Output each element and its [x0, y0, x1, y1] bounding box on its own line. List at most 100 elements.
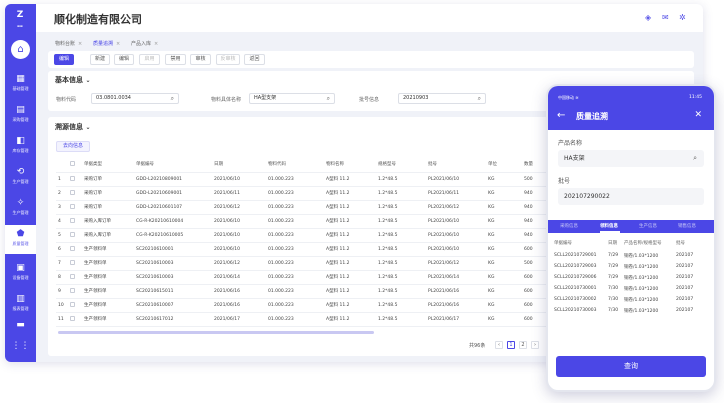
- sidebar-item-production[interactable]: ⟲ 生产管理: [5, 163, 36, 192]
- prev-page-button[interactable]: ‹: [495, 341, 503, 349]
- toolbar-card: 编辑 新建 编辑 启用 禁用 审核 反审核 返回: [48, 51, 694, 68]
- tab-material-ledger[interactable]: 物料台账 ×: [55, 40, 82, 47]
- row-checkbox[interactable]: [70, 274, 75, 279]
- row-checkbox[interactable]: [70, 302, 75, 307]
- sidebar-item-equipment[interactable]: ▣ 设备管理: [5, 259, 36, 288]
- table-row[interactable]: 7 生产领料单 SC20210610003 2021/06/12 01.000.223 A…: [56, 256, 546, 271]
- close-icon: ×: [78, 41, 83, 47]
- screenshot-stage: Z ▬▬ ⌂ ▦ 基础管理 ▤ 采购管理 ◧ 库存管理 ⟲ 生产管理 ✧ 生产管理 ⬟ 质量管…: [0, 0, 724, 403]
- page-2-button[interactable]: 2: [519, 341, 527, 349]
- back-arrow-icon[interactable]: ←: [557, 110, 565, 121]
- table-row[interactable]: 1 采购订单 GDD-L20210809001 2021/06/10 01.000.22…: [56, 172, 546, 187]
- app-logo: Z ▬▬: [16, 10, 24, 28]
- table-row[interactable]: 4 采购入库订单 CG-R-K20210610004 2021/06/10 01.000…: [56, 214, 546, 229]
- edit-mode-button[interactable]: 编辑: [54, 54, 74, 65]
- home-icon[interactable]: ⌂: [11, 40, 30, 59]
- product-field[interactable]: HA支架 ⌕: [558, 150, 704, 167]
- close-icon: ×: [116, 41, 121, 47]
- row-checkbox[interactable]: [70, 260, 75, 265]
- active-tab-indicator: [600, 231, 620, 233]
- top-bar: 顺化制造有限公司 ◈ ✉ ✲: [36, 4, 703, 32]
- tab-purchase-info[interactable]: 采购信息: [560, 223, 578, 229]
- sidebar-item-inventory[interactable]: ◧ 库存管理: [5, 132, 36, 161]
- production-2-icon: ✧: [16, 198, 25, 208]
- mobile-table-header: 单据编号 日期 产品名称/规格型号 批号: [554, 241, 685, 246]
- audit-button[interactable]: 审核: [190, 54, 211, 65]
- trace-table: 单据类型 单据编号 日期 物料代码 物料名称 规格型号 批号 单位 数量 1 采购…: [56, 157, 546, 329]
- row-checkbox[interactable]: [70, 176, 75, 181]
- search-icon: ⌕: [477, 95, 481, 102]
- row-checkbox[interactable]: [70, 288, 75, 293]
- table-row[interactable]: 3 采购订单 GDD-L20210601107 2021/06/12 01.000.22…: [56, 200, 546, 215]
- table-row[interactable]: 5 采购入库订单 CG-R-K20210610005 2021/06/10 01.000…: [56, 228, 546, 243]
- material-desc-field[interactable]: HA型支架 ⌕: [249, 93, 335, 104]
- production-icon: ⟲: [16, 167, 25, 177]
- back-button[interactable]: 返回: [244, 54, 265, 65]
- row-checkbox[interactable]: [70, 246, 75, 251]
- row-checkbox[interactable]: [70, 218, 75, 223]
- close-icon: ×: [154, 41, 159, 47]
- list-item[interactable]: SCLL20210730001 7/30 铜卷/1.03*1200 202107: [552, 283, 704, 294]
- row-checkbox[interactable]: [70, 316, 75, 321]
- enable-button[interactable]: 启用: [139, 54, 160, 65]
- sidebar-item-production-2[interactable]: ✧ 生产管理: [5, 194, 36, 223]
- table-row[interactable]: 6 生产领料单 SC20210610001 2021/06/10 01.000.223 A…: [56, 242, 546, 257]
- sidebar-item-basic[interactable]: ▦ 基础管理: [5, 70, 36, 99]
- table-row[interactable]: 12生产领料单SC202106240132021/06/2401.000.223…: [56, 326, 546, 329]
- tab-product-inbound[interactable]: 产品入库 ×: [131, 40, 158, 47]
- destination-info-button[interactable]: 去向信息: [56, 141, 90, 152]
- row-checkbox[interactable]: [70, 232, 75, 237]
- next-page-button[interactable]: ›: [531, 341, 539, 349]
- table-row[interactable]: 10 生产领料单 SC20210610007 2021/06/16 01.000.223…: [56, 298, 546, 313]
- new-button[interactable]: 新建: [90, 54, 110, 65]
- shield-icon: ⬟: [16, 229, 25, 239]
- table-row[interactable]: 8 生产领料单 SC20210610003 2021/06/14 01.000.223 A…: [56, 270, 546, 285]
- horizontal-scrollbar[interactable]: [58, 331, 374, 334]
- basic-icon: ▦: [16, 74, 25, 84]
- sidebar-item-stats[interactable]: ⋮⋮: [5, 337, 36, 362]
- table-row[interactable]: 2 采购订单 GDD-L20210609001 2021/06/11 01.000.22…: [56, 186, 546, 201]
- query-button[interactable]: 查询: [556, 356, 706, 377]
- sidebar-item-quality[interactable]: ⬟ 质量管理: [5, 225, 36, 254]
- close-icon[interactable]: ✕: [694, 110, 702, 120]
- material-code-field[interactable]: 03.0801.0034 ⌕: [91, 93, 179, 104]
- mobile-tabs: 采购信息 领料信息 生产信息 销售信息: [548, 220, 714, 233]
- sidebar-item-purchase[interactable]: ▤ 采购管理: [5, 101, 36, 130]
- unaudit-button[interactable]: 反审核: [216, 54, 240, 65]
- list-item[interactable]: SCLL20210729006 7/29 铜卷/1.03*1200 202107: [552, 272, 704, 283]
- list-item[interactable]: SCLL20210730003 7/30 铜卷/1.03*1200 202107: [552, 305, 704, 316]
- batch-field[interactable]: 20210903 ⌕: [398, 93, 486, 104]
- table-row[interactable]: 11 生产领料单 SC20210617012 2021/06/17 01.000.223…: [56, 312, 546, 327]
- row-checkbox[interactable]: [70, 204, 75, 209]
- tab-sales-info[interactable]: 销售信息: [678, 223, 696, 229]
- trace-info-title: 溯源信息 ⌄: [55, 123, 91, 131]
- list-item[interactable]: SCLL20210729001 7/29 铜卷/1.03*1200 202107: [552, 250, 704, 261]
- tab-quality-trace[interactable]: 质量追溯 ×: [93, 40, 120, 47]
- table-header-row: 单据类型 单据编号 日期 物料代码 物料名称 规格型号 批号 单位 数量: [56, 157, 546, 173]
- table-row[interactable]: 9 生产领料单 SC20210615011 2021/06/16 01.000.223 A…: [56, 284, 546, 299]
- cube-icon[interactable]: ◈: [645, 13, 651, 22]
- page-1-button[interactable]: 1: [507, 341, 515, 349]
- row-checkbox[interactable]: [70, 190, 75, 195]
- mobile-title: 质量追溯: [576, 112, 608, 121]
- gear-icon[interactable]: ✲: [679, 13, 686, 22]
- select-all-checkbox[interactable]: [70, 161, 75, 167]
- mail-icon[interactable]: ✉: [662, 13, 669, 22]
- list-item[interactable]: SCLL20210730002 7/30 铜卷/1.03*1200 202107: [552, 294, 704, 305]
- batch-label: 批号信息: [359, 97, 380, 103]
- trace-table-wrap: 单据类型 单据编号 日期 物料代码 物料名称 规格型号 批号 单位 数量 1 采购…: [56, 157, 546, 329]
- disable-button[interactable]: 禁用: [165, 54, 186, 65]
- mobile-batch-field[interactable]: 202107290022: [558, 188, 704, 205]
- tab-production-info[interactable]: 生产信息: [639, 223, 657, 229]
- search-icon: ⌕: [693, 154, 697, 162]
- total-count: 共96条: [469, 343, 486, 349]
- mobile-batch-label: 批号: [558, 178, 571, 185]
- app-title: 顺化制造有限公司: [54, 13, 142, 26]
- edit-button[interactable]: 编辑: [114, 54, 134, 65]
- tab-picking-info[interactable]: 领料信息: [600, 223, 618, 229]
- sidebar-item-report[interactable]: ▥ 报表管理: [5, 290, 36, 319]
- list-item[interactable]: SCLL20210729003 7/29 铜卷/1.03*1200 202107: [552, 261, 704, 272]
- keyboard-icon: ▬: [16, 320, 25, 330]
- purchase-icon: ▤: [16, 105, 25, 115]
- status-bar: 中国移动 ≋: [558, 95, 579, 100]
